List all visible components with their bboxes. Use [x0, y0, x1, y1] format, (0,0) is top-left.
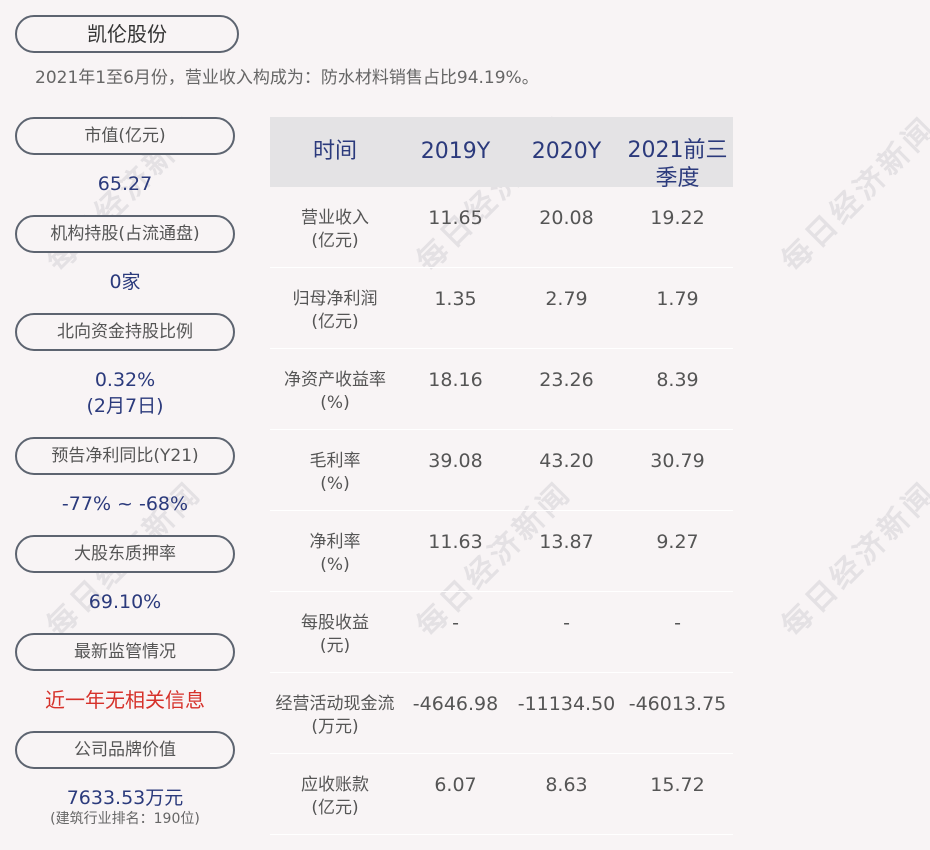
row-label: 毛利率 (%)	[270, 430, 400, 510]
row-label-unit: (%)	[320, 393, 350, 413]
row-value: 6.07	[434, 774, 477, 796]
row-label-unit: (亿元)	[311, 798, 359, 818]
header-2019: 2019Y	[420, 139, 491, 164]
table-row: 经营活动现金流 (万元) -4646.98 -11134.50 -46013.75	[270, 673, 733, 754]
header-2021q3-line1: 2021前三	[627, 138, 728, 163]
row-value: -46013.75	[628, 693, 727, 715]
row-label-unit: (亿元)	[311, 231, 359, 251]
pledge-ratio-label: 大股东质押率	[15, 535, 235, 573]
row-label-name: 毛利率	[309, 451, 361, 471]
row-value: 20.08	[539, 207, 594, 229]
row-value: 43.20	[539, 450, 594, 472]
row-value: -	[563, 612, 570, 634]
row-value: 1.79	[656, 288, 699, 310]
table-row: 每股收益 (元) - - -	[270, 592, 733, 673]
row-label: 净利率 (%)	[270, 511, 400, 591]
row-value: 1.35	[434, 288, 477, 310]
row-label-unit: (%)	[320, 474, 350, 494]
watermark: 每日经济新闻	[774, 474, 930, 644]
profit-forecast-value: -77% ~ -68%	[61, 493, 189, 515]
row-value: -4646.98	[412, 693, 499, 715]
row-value: 30.79	[650, 450, 705, 472]
row-value: 23.26	[539, 369, 594, 391]
row-label-name: 净利率	[309, 532, 361, 552]
table-row: 净利率 (%) 11.63 13.87 9.27	[270, 511, 733, 592]
row-value: 19.22	[650, 207, 705, 229]
row-value: 18.16	[428, 369, 483, 391]
row-value: 8.39	[656, 369, 699, 391]
revenue-summary: 2021年1至6月份，营业收入构成为：防水材料销售占比94.19%。	[35, 68, 539, 88]
row-label-name: 应收账款	[301, 775, 369, 795]
header-time: 时间	[312, 139, 357, 164]
market-cap-label: 市值(亿元)	[15, 117, 235, 155]
row-label: 营业收入 (亿元)	[270, 187, 400, 267]
header-2020: 2020Y	[531, 139, 602, 164]
row-value: 8.63	[545, 774, 588, 796]
row-label-name: 营业收入	[301, 208, 369, 228]
row-label-unit: (元)	[319, 636, 351, 656]
watermark: 每日经济新闻	[774, 109, 930, 279]
row-value: 39.08	[428, 450, 483, 472]
table-row: 毛利率 (%) 39.08 43.20 30.79	[270, 430, 733, 511]
row-value: 11.65	[428, 207, 483, 229]
profit-forecast-label: 预告净利同比(Y21)	[15, 437, 235, 475]
brand-value-label: 公司品牌价值	[15, 731, 235, 769]
brand-rank-note: (建筑行业排名：190位)	[50, 811, 200, 827]
table-body: 营业收入 (亿元) 11.65 20.08 19.22 归母净利润 (亿元) 1.35 2.79…	[270, 187, 733, 835]
row-value: 11.63	[428, 531, 483, 553]
row-label-unit: (亿元)	[311, 312, 359, 332]
header-2021q3: 2021前三 季度	[622, 117, 733, 191]
pledge-ratio-value: 69.10%	[88, 591, 162, 613]
table-header: 时间 2019Y 2020Y 2021前三 季度	[270, 117, 733, 191]
market-cap-value: 65.27	[97, 173, 153, 195]
row-label-name: 经营活动现金流	[275, 694, 395, 714]
row-label-name: 每股收益	[301, 613, 369, 633]
row-value: -	[452, 612, 459, 634]
table-row: 应收账款 (亿元) 6.07 8.63 15.72	[270, 754, 733, 835]
regulation-value: 近一年无相关信息	[45, 688, 205, 712]
institution-holding-value: 0家	[109, 271, 141, 293]
table-row: 净资产收益率 (%) 18.16 23.26 8.39	[270, 349, 733, 430]
row-label: 应收账款 (亿元)	[270, 754, 400, 834]
financial-table: 时间 2019Y 2020Y 2021前三 季度 营业收入 (亿元) 11.65 20…	[270, 117, 733, 835]
northbound-ratio-value: 0.32%	[94, 369, 156, 391]
row-label: 归母净利润 (亿元)	[270, 268, 400, 348]
institution-holding-label: 机构持股(占流通盘)	[15, 215, 235, 253]
row-label: 每股收益 (元)	[270, 592, 400, 672]
row-value: 13.87	[539, 531, 594, 553]
table-row: 营业收入 (亿元) 11.65 20.08 19.22	[270, 187, 733, 268]
row-label-name: 净资产收益率	[284, 370, 386, 390]
row-label-unit: (万元)	[311, 717, 359, 737]
table-row: 归母净利润 (亿元) 1.35 2.79 1.79	[270, 268, 733, 349]
row-value: -11134.50	[517, 693, 616, 715]
row-label: 净资产收益率 (%)	[270, 349, 400, 429]
regulation-label: 最新监管情况	[15, 633, 235, 671]
row-value: 2.79	[545, 288, 588, 310]
northbound-ratio-date: (2月7日)	[86, 395, 164, 417]
row-label: 经营活动现金流 (万元)	[270, 673, 400, 753]
northbound-ratio-label: 北向资金持股比例	[15, 313, 235, 351]
row-value: 15.72	[650, 774, 705, 796]
row-label-unit: (%)	[320, 555, 350, 575]
row-value: -	[674, 612, 681, 634]
company-title: 凯伦股份	[15, 15, 239, 53]
row-value: 9.27	[656, 531, 699, 553]
row-label-name: 归母净利润	[292, 289, 378, 309]
